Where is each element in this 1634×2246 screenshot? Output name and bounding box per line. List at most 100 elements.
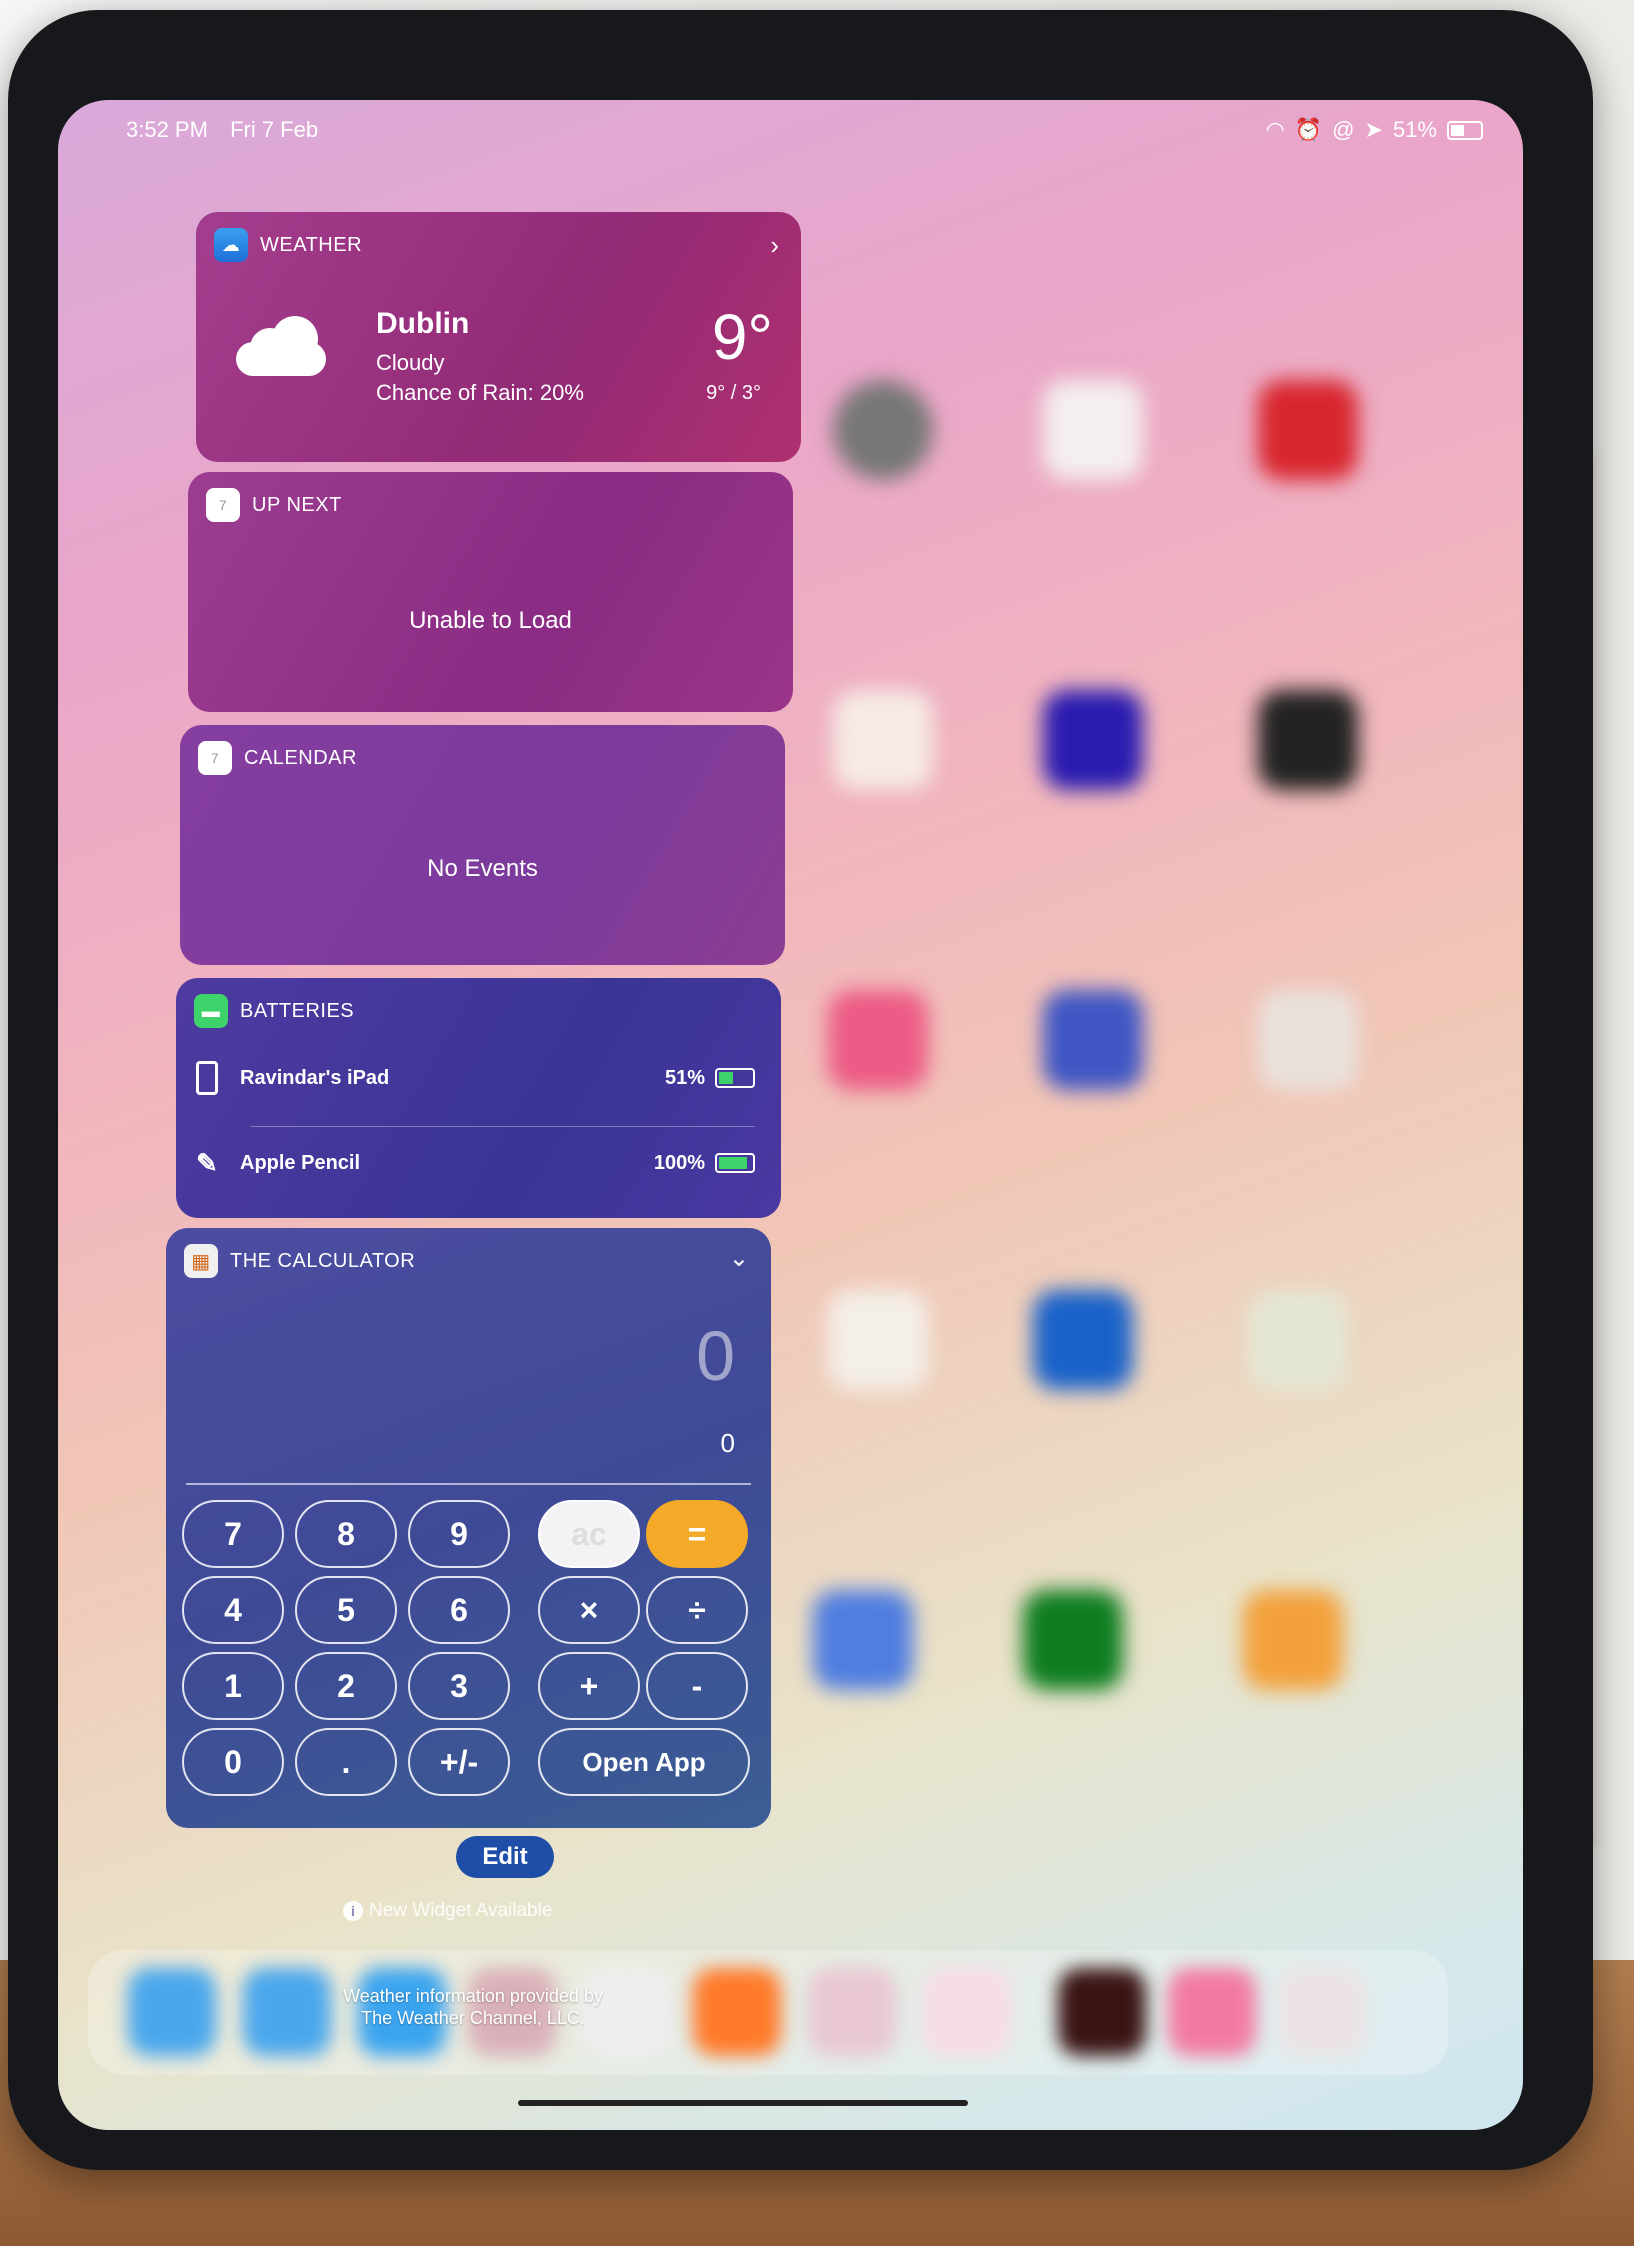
calculator-header: ▦ THE CALCULATOR <box>184 1244 415 1278</box>
key-6[interactable]: 6 <box>408 1576 510 1644</box>
app-icon-blurred[interactable] <box>833 380 933 480</box>
weather-high-low: 9° / 3° <box>706 382 761 404</box>
key-plus[interactable]: + <box>538 1652 640 1720</box>
app-icon-blurred[interactable] <box>1043 690 1143 790</box>
key-1[interactable]: 1 <box>182 1652 284 1720</box>
calendar-header-label: CALENDAR <box>244 746 357 769</box>
weather-widget[interactable]: ☁ WEATHER › Dublin Cloudy Chance of Rain… <box>196 212 801 462</box>
key-3[interactable]: 3 <box>408 1652 510 1720</box>
open-app-button[interactable]: Open App <box>538 1728 750 1796</box>
battery-divider <box>251 1126 755 1127</box>
key-multiply[interactable]: × <box>538 1576 640 1644</box>
ipad-bezel: 3:52 PM Fri 7 Feb ◠ ⏰ @ ➤ 51% ☁ WEATHER … <box>8 10 1593 2170</box>
battery-level-icon <box>715 1153 755 1173</box>
key-8[interactable]: 8 <box>295 1500 397 1568</box>
weather-city: Dublin <box>376 307 470 340</box>
key-0[interactable]: 0 <box>182 1728 284 1796</box>
calculator-header-label: THE CALCULATOR <box>230 1249 416 1272</box>
calculator-display: 0 <box>696 1317 735 1395</box>
dock-app-icon[interactable] <box>808 1968 896 2056</box>
key-4[interactable]: 4 <box>182 1576 284 1644</box>
key-sign[interactable]: +/- <box>408 1728 510 1796</box>
dock-app-icon[interactable] <box>693 1968 781 2056</box>
chevron-right-icon[interactable]: › <box>770 230 779 261</box>
status-date: Fri 7 Feb <box>230 117 319 142</box>
calculator-divider <box>186 1483 751 1485</box>
location-icon: ➤ <box>1364 117 1383 142</box>
app-icon-blurred[interactable] <box>1043 380 1143 480</box>
app-icon-blurred[interactable] <box>1023 1590 1123 1690</box>
weather-condition: Cloudy <box>376 350 445 375</box>
dock-app-icon[interactable] <box>1278 1968 1366 2056</box>
new-widget-label: New Widget Available <box>369 1900 553 1921</box>
app-icon-blurred[interactable] <box>1258 690 1358 790</box>
orientation-lock-icon: @ <box>1332 117 1355 142</box>
app-icon-blurred[interactable] <box>1033 1290 1133 1390</box>
app-icon-blurred[interactable] <box>813 1590 913 1690</box>
weather-credit: Weather information provided by The Weat… <box>273 1985 673 2029</box>
calculator-subdisplay: 0 <box>720 1428 735 1458</box>
key-2[interactable]: 2 <box>295 1652 397 1720</box>
app-icon-blurred[interactable] <box>828 1290 928 1390</box>
battery-device-percent: 100% <box>653 1151 705 1174</box>
weather-header: ☁ WEATHER <box>214 228 362 262</box>
calendar-widget[interactable]: 7 CALENDAR No Events <box>180 725 785 965</box>
dock-app-icon[interactable] <box>923 1968 1011 2056</box>
key-decimal[interactable]: . <box>295 1728 397 1796</box>
pencil-icon: ✎ <box>196 1147 218 1178</box>
dock-app-icon[interactable] <box>1168 1968 1256 2056</box>
dock-app-icon[interactable] <box>128 1968 216 2056</box>
up-next-header: 7 UP NEXT <box>206 488 342 522</box>
up-next-widget[interactable]: 7 UP NEXT Unable to Load <box>188 472 793 712</box>
calendar-header: 7 CALENDAR <box>198 741 357 775</box>
credit-line-1: Weather information provided by <box>343 1986 603 2006</box>
ipad-icon <box>196 1061 218 1095</box>
info-icon: i <box>343 1901 363 1921</box>
calendar-app-icon: 7 <box>206 488 240 522</box>
key-equals[interactable]: = <box>646 1500 748 1568</box>
battery-icon <box>1447 120 1483 140</box>
app-icon-blurred[interactable] <box>828 990 928 1090</box>
weather-rain-chance: Chance of Rain: 20% <box>376 380 584 405</box>
weather-temperature: 9° <box>711 301 773 373</box>
chevron-down-icon[interactable]: ⌄ <box>729 1244 749 1273</box>
status-bar: 3:52 PM Fri 7 Feb ◠ ⏰ @ ➤ 51% <box>126 110 1483 150</box>
batteries-widget[interactable]: ▬ BATTERIES Ravindar's iPad 51% ✎ Apple … <box>176 978 781 1218</box>
battery-device-percent: 51% <box>664 1066 705 1089</box>
app-icon-blurred[interactable] <box>833 690 933 790</box>
credit-line-2: The Weather Channel, LLC. <box>361 2008 585 2028</box>
new-widget-notice[interactable]: i New Widget Available <box>343 1900 552 1922</box>
key-clear[interactable]: ac <box>538 1500 640 1568</box>
app-icon-blurred[interactable] <box>1243 1590 1343 1690</box>
calculator-app-icon: ▦ <box>184 1244 218 1278</box>
key-7[interactable]: 7 <box>182 1500 284 1568</box>
ipad-screen: 3:52 PM Fri 7 Feb ◠ ⏰ @ ➤ 51% ☁ WEATHER … <box>58 100 1523 2130</box>
dock-app-icon[interactable] <box>1058 1968 1146 2056</box>
battery-row-pencil: ✎ Apple Pencil 100% <box>196 1133 755 1193</box>
battery-level-icon <box>715 1068 755 1088</box>
app-icon-blurred[interactable] <box>1258 990 1358 1090</box>
battery-percent: 51% <box>1392 117 1437 142</box>
key-5[interactable]: 5 <box>295 1576 397 1644</box>
batteries-app-icon: ▬ <box>194 994 228 1028</box>
edit-button[interactable]: Edit <box>456 1836 554 1878</box>
key-divide[interactable]: ÷ <box>646 1576 748 1644</box>
status-time: 3:52 PM <box>126 117 208 142</box>
calendar-message: No Events <box>427 855 538 882</box>
battery-device-name: Apple Pencil <box>240 1151 361 1174</box>
battery-row-ipad: Ravindar's iPad 51% <box>196 1048 755 1108</box>
app-icon-blurred[interactable] <box>1043 990 1143 1090</box>
calculator-widget[interactable]: ▦ THE CALCULATOR ⌄ 0 0 7 8 9 ac = 4 5 6 × ÷ 1 2 3 + - 0… <box>166 1228 771 1828</box>
cloud-icon <box>236 316 326 376</box>
weather-app-icon: ☁ <box>214 228 248 262</box>
key-9[interactable]: 9 <box>408 1500 510 1568</box>
up-next-header-label: UP NEXT <box>252 493 342 516</box>
app-icon-blurred[interactable] <box>1258 380 1358 480</box>
app-icon-blurred[interactable] <box>1248 1290 1348 1390</box>
battery-device-name: Ravindar's iPad <box>240 1066 390 1089</box>
batteries-header: ▬ BATTERIES <box>194 994 354 1028</box>
calendar-app-icon: 7 <box>198 741 232 775</box>
wifi-icon: ◠ <box>1265 117 1285 142</box>
key-minus[interactable]: - <box>646 1652 748 1720</box>
home-indicator[interactable] <box>518 2100 968 2106</box>
